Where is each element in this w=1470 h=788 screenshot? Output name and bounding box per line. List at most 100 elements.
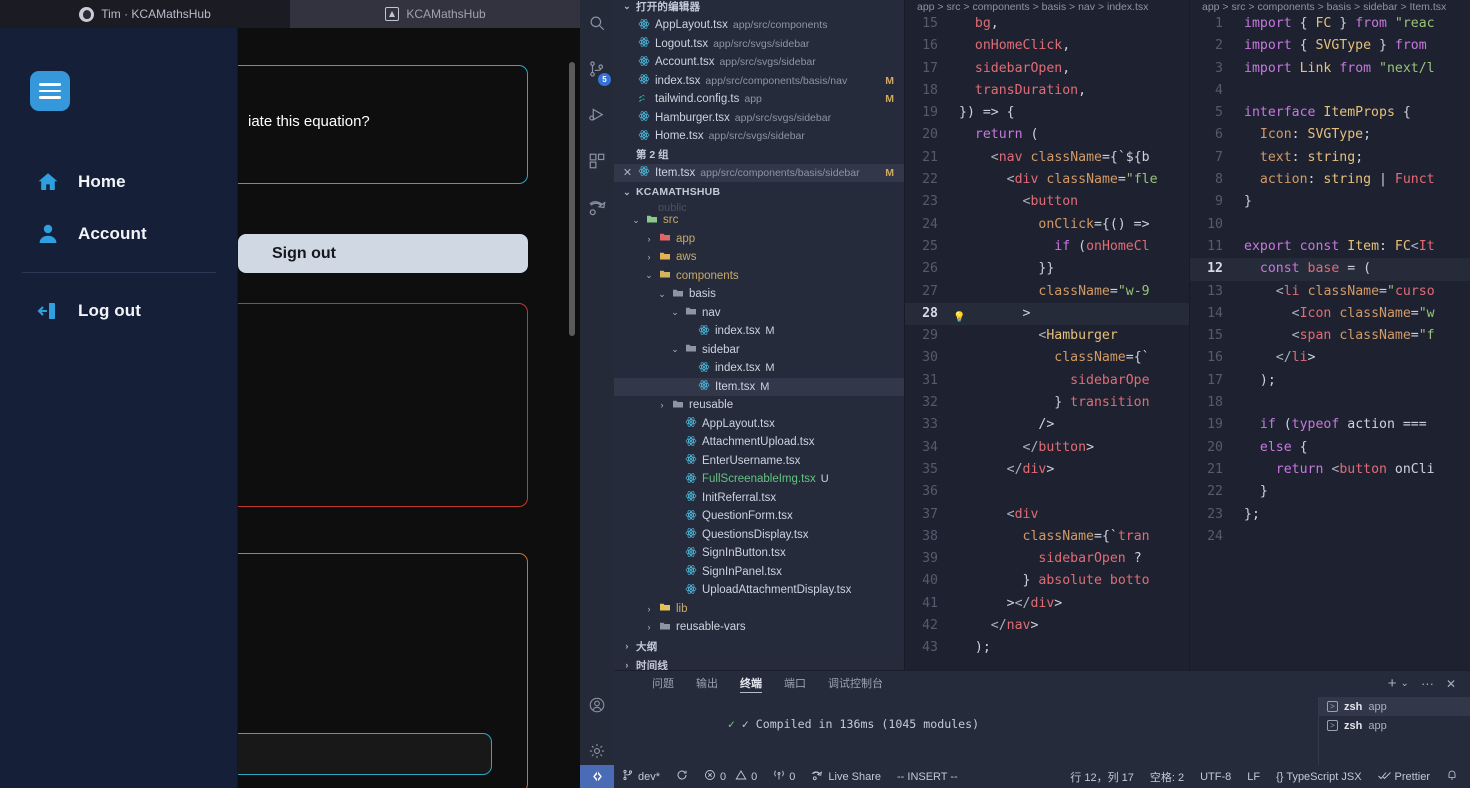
github-icon [79,7,94,22]
browser-tab-1[interactable]: KCAMathsHub [290,0,580,28]
encoding-status[interactable]: UTF-8 [1192,765,1239,788]
sync-status[interactable] [668,765,696,788]
tree-folder-row[interactable]: ⌄basis [614,285,904,304]
notifications-status[interactable] [1438,765,1470,788]
code-line: 33 /> [905,414,1189,436]
tree-file-row[interactable]: SignInPanel.tsx [614,563,904,582]
file-path: app/src/components/basis/nav [705,75,847,87]
terminal-output[interactable]: ✓ ✓ Compiled in 136ms (1045 modules) ✓ ✓… [658,699,1310,765]
quick-fix-lightbulb-icon[interactable]: 💡 [953,307,965,329]
folder-components-icon [659,268,671,283]
tree-folder-row[interactable]: ›reusable-vars [614,618,904,637]
remote-window-icon[interactable] [580,765,614,788]
explorer-section-header[interactable]: ›大纲 [614,637,904,656]
code-content[interactable]: 15 bg,16 onHomeClick,17 sidebarOpen,18 t… [905,13,1189,660]
open-editor-row[interactable]: Logout.tsxapp/src/svgs/sidebar [614,35,904,54]
tree-file-row[interactable]: index.tsxM [614,359,904,378]
problems-status[interactable]: 0 0 [696,765,765,788]
sidebar-item-account[interactable]: Account [0,208,238,260]
file-tree: ⌄src›app›aws⌄components⌄basis⌄navindex.t… [614,211,904,637]
tree-folder-row[interactable]: ›aws [614,248,904,267]
split-dropdown-icon[interactable]: ⌄ [1401,678,1409,689]
sidebar-item-logout[interactable]: Log out [0,285,238,337]
project-section-header[interactable]: ⌄ KCAMATHSHUB [614,182,904,202]
sidebar-toggle-button[interactable] [30,71,70,111]
panel-tab[interactable]: 端口 [784,671,806,695]
sign-out-button[interactable]: Sign out [238,234,528,273]
content-scrollbar[interactable] [569,62,575,336]
tree-folder-row[interactable]: ⌄sidebar [614,341,904,360]
tree-file-row[interactable]: index.tsxM [614,322,904,341]
indentation-status[interactable]: 空格: 2 [1142,765,1192,788]
file-path: app/src/components [733,19,828,31]
tree-folder-row[interactable]: ›lib [614,600,904,619]
open-editors-section-header[interactable]: ⌄ 打开的编辑器 [614,0,904,16]
remote-explorer-icon[interactable] [580,184,614,230]
panel-tab[interactable]: 调试控制台 [828,671,883,695]
tree-folder-row[interactable]: ⌄components [614,267,904,286]
code-line: 21 <nav className={`${b [905,147,1189,169]
more-actions-icon[interactable]: ··· [1421,676,1434,691]
browser-tab-0[interactable]: Tim · KCAMathsHub [0,0,290,28]
tree-file-row[interactable]: UploadAttachmentDisplay.tsx [614,581,904,600]
new-terminal-icon[interactable]: + [1388,675,1397,692]
chevron-down-icon: ⌄ [622,1,632,12]
tree-file-row[interactable]: AppLayout.tsx [614,415,904,434]
tree-file-row[interactable]: EnterUsername.tsx [614,452,904,471]
close-icon[interactable]: ✕ [622,166,633,179]
prettier-status[interactable]: Prettier [1370,765,1438,788]
tree-file-row[interactable]: QuestionsDisplay.tsx [614,526,904,545]
open-editor-row[interactable]: ✕Item.tsxapp/src/components/basis/sideba… [614,164,904,183]
close-panel-icon[interactable]: ✕ [1446,677,1456,691]
open-editor-row[interactable]: Hamburger.tsxapp/src/svgs/sidebar [614,109,904,128]
open-editor-row[interactable]: Account.tsxapp/src/svgs/sidebar [614,53,904,72]
eol-status[interactable]: LF [1239,765,1268,788]
explorer-section-header[interactable]: ›时间线 [614,656,904,671]
panel-tab[interactable]: 输出 [696,671,718,695]
panel-tab[interactable]: 问题 [652,671,674,695]
web-app-body: Home Account [0,28,580,788]
answer-input-field[interactable] [238,733,492,775]
file-path: app/src/svgs/sidebar [709,130,805,142]
source-control-icon[interactable]: 5 [580,46,614,92]
radio-tower-status[interactable]: 0 [765,765,803,788]
panel-tab[interactable]: 终端 [740,671,762,695]
code-line: 8 action: string | Funct [1190,169,1470,191]
search-icon[interactable] [580,0,614,46]
code-line: 24 onClick={() => [905,214,1189,236]
question-text: iate this equation? [248,113,370,130]
chevron-right-icon: › [644,604,654,614]
tree-file-row[interactable]: QuestionForm.tsx [614,507,904,526]
tree-file-row[interactable]: SignInButton.tsx [614,544,904,563]
open-editor-row[interactable]: index.tsxapp/src/components/basis/navM [614,72,904,91]
open-editor-row[interactable]: Home.tsxapp/src/svgs/sidebar [614,127,904,146]
open-editor-row[interactable]: AppLayout.tsxapp/src/components [614,16,904,35]
tree-folder-row[interactable]: ›reusable [614,396,904,415]
line-text: <span className="f [1234,325,1435,347]
tree-folder-row[interactable]: ⌄nav [614,304,904,323]
tree-file-row[interactable]: AttachmentUpload.tsx [614,433,904,452]
tree-folder-row[interactable]: ›app [614,230,904,249]
breadcrumb[interactable]: app > src > components > basis > nav > i… [905,0,1189,13]
line-text [1234,526,1244,548]
open-editor-row[interactable]: tailwind.config.tsappM [614,90,904,109]
terminal-instance[interactable]: >zshapp [1319,716,1470,735]
extensions-icon[interactable] [580,138,614,184]
language-mode-status[interactable]: {} TypeScript JSX [1268,765,1369,788]
code-content[interactable]: 1import { FC } from "reac2import { SVGTy… [1190,13,1470,548]
live-share-status[interactable]: Live Share [803,765,889,788]
line-text: onHomeClick, [949,35,1070,57]
line-number: 17 [1190,370,1234,392]
tree-file-row[interactable]: InitReferral.tsx [614,489,904,508]
run-and-debug-icon[interactable] [580,92,614,138]
accounts-icon[interactable] [580,682,614,728]
sidebar-item-home[interactable]: Home [0,156,238,208]
terminal-instance[interactable]: >zshapp [1319,697,1470,716]
cursor-position-status[interactable]: 行 12，列 17 [1062,765,1142,788]
line-number: 27 [905,281,949,303]
tree-file-row[interactable]: FullScreenableImg.tsxU [614,470,904,489]
tree-folder-row[interactable]: ⌄src [614,211,904,230]
tree-file-row[interactable]: Item.tsxM [614,378,904,397]
branch-status[interactable]: dev* [614,765,668,788]
breadcrumb[interactable]: app > src > components > basis > sidebar… [1190,0,1470,13]
